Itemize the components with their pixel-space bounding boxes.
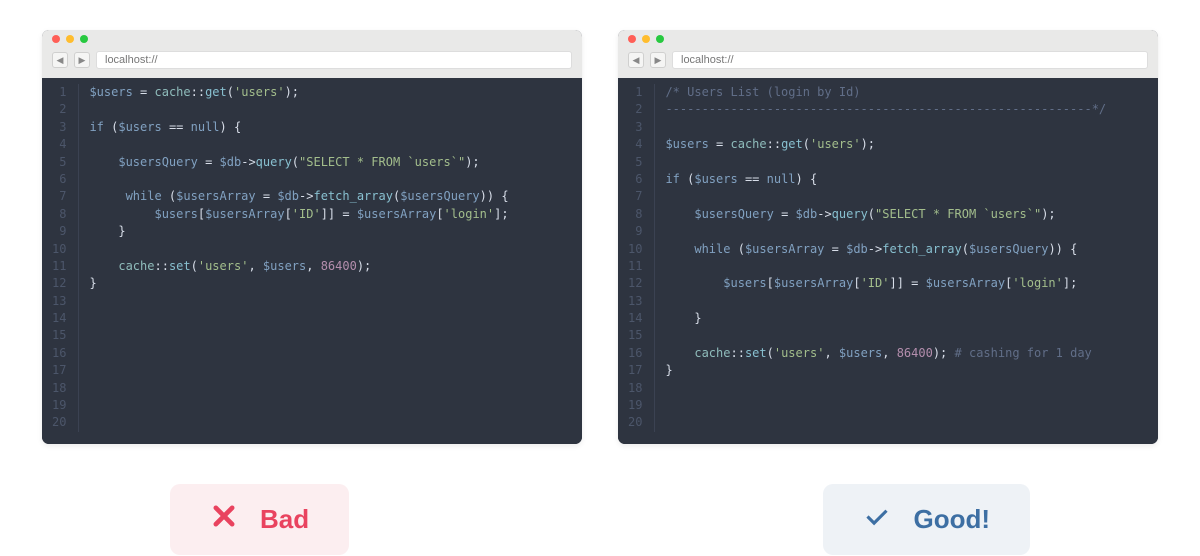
cross-icon [210,502,238,537]
code-window-bad: ◀ ▶ localhost:// 1 2 3 4 5 6 7 8 9 10 11… [42,30,582,444]
browser-navbar: ◀ ▶ localhost:// [618,48,1158,78]
code-editor-bad: 1 2 3 4 5 6 7 8 9 10 11 12 13 14 15 16 1… [42,78,582,444]
code-window-good: ◀ ▶ localhost:// 1 2 3 4 5 6 7 8 9 10 11… [618,30,1158,444]
minimize-icon[interactable] [66,35,74,43]
close-icon[interactable] [52,35,60,43]
line-gutter: 1 2 3 4 5 6 7 8 9 10 11 12 13 14 15 16 1… [618,84,655,432]
browser-navbar: ◀ ▶ localhost:// [42,48,582,78]
maximize-icon[interactable] [80,35,88,43]
window-titlebar [42,30,582,48]
comparison-labels: Bad Good! [40,484,1160,555]
line-gutter: 1 2 3 4 5 6 7 8 9 10 11 12 13 14 15 16 1… [42,84,79,432]
bad-label-text: Bad [260,504,309,535]
back-button[interactable]: ◀ [628,52,644,68]
back-button[interactable]: ◀ [52,52,68,68]
address-bar[interactable]: localhost:// [96,51,572,69]
address-text: localhost:// [105,54,158,66]
address-text: localhost:// [681,54,734,66]
close-icon[interactable] [628,35,636,43]
window-titlebar [618,30,1158,48]
code-content-good: /* Users List (login by Id)-------------… [655,84,1106,432]
bad-badge: Bad [170,484,349,555]
code-editor-good: 1 2 3 4 5 6 7 8 9 10 11 12 13 14 15 16 1… [618,78,1158,444]
minimize-icon[interactable] [642,35,650,43]
check-icon [863,502,891,537]
forward-button[interactable]: ▶ [650,52,666,68]
good-badge: Good! [823,484,1030,555]
maximize-icon[interactable] [656,35,664,43]
good-label-text: Good! [913,504,990,535]
forward-button[interactable]: ▶ [74,52,90,68]
address-bar[interactable]: localhost:// [672,51,1148,69]
code-content-bad: $users = cache::get('users'); if ($users… [79,84,508,432]
